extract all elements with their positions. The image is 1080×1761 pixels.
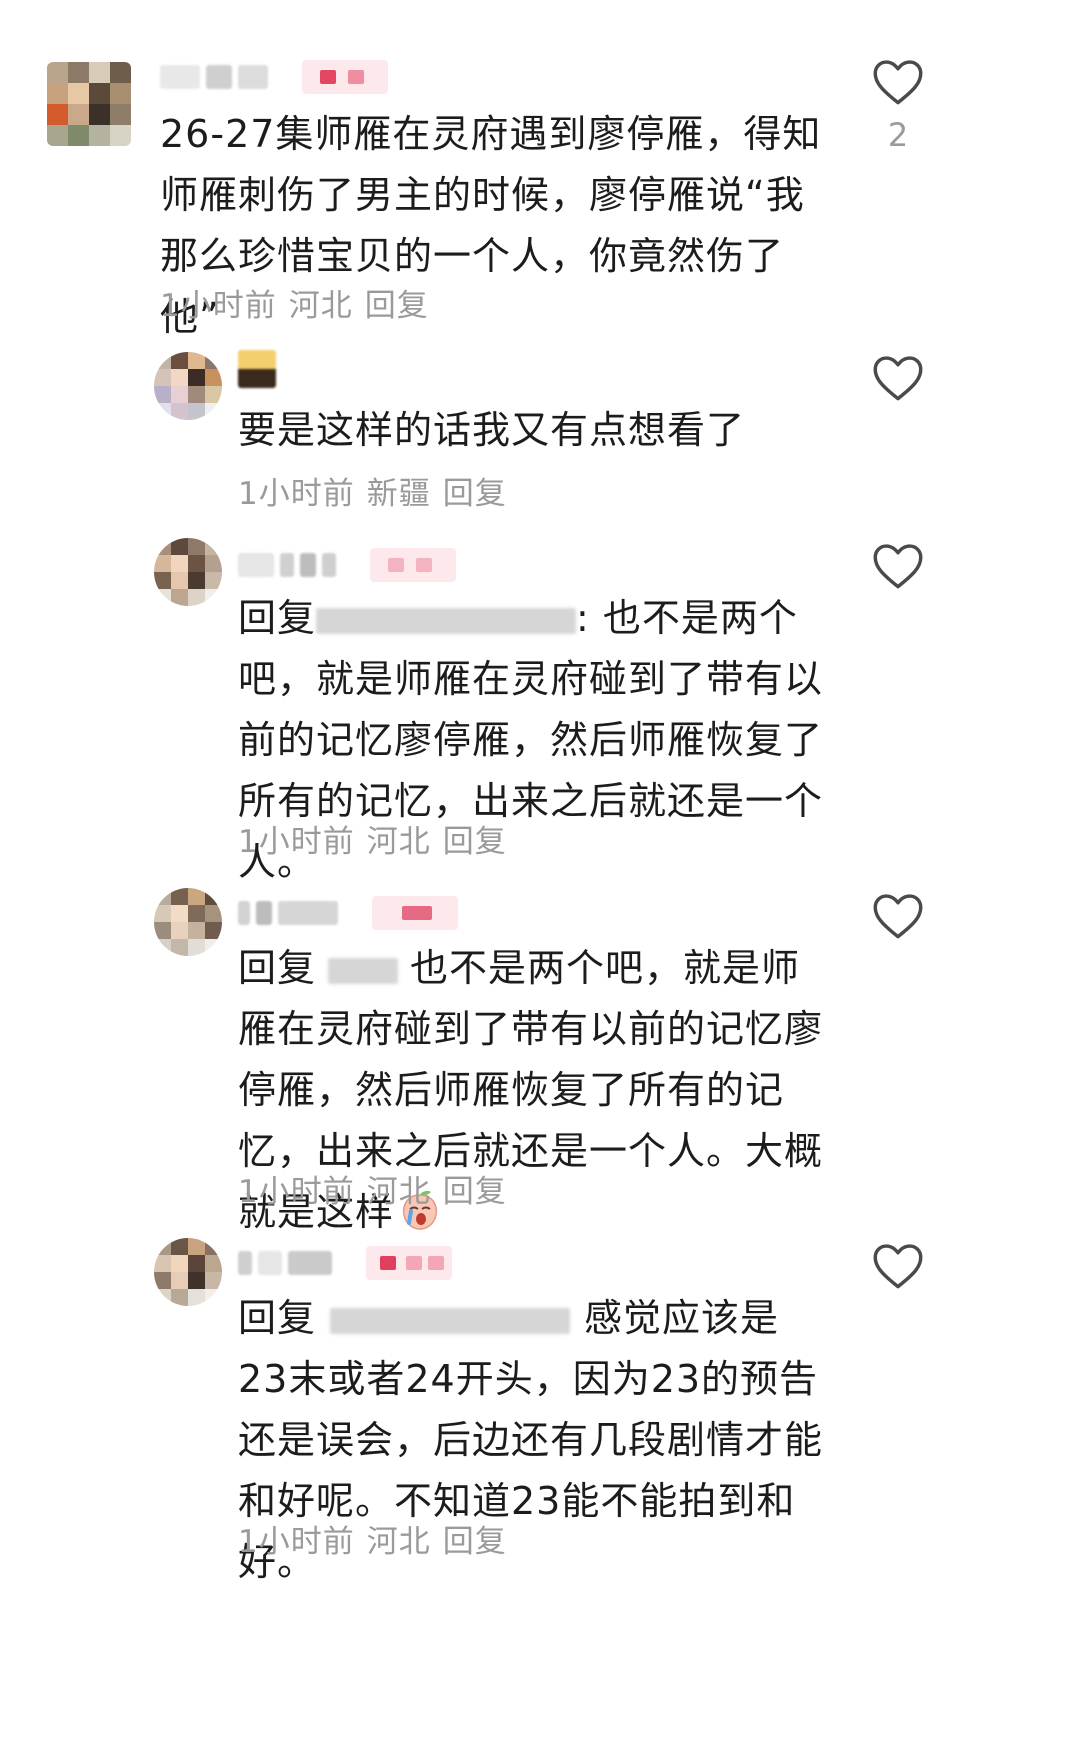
comment-text: 要是这样的话我又有点想看了 <box>238 408 746 452</box>
comment-meta: 1小时前 新疆 回复 <box>238 468 507 513</box>
comment-location: 河北 <box>366 824 431 860</box>
username-blurred[interactable] <box>238 548 456 582</box>
reply-button[interactable]: 回复 <box>443 1524 507 1560</box>
reply-button[interactable]: 回复 <box>443 1174 507 1210</box>
comment-time: 1小时前 <box>160 288 277 324</box>
comment-time: 1小时前 <box>238 824 355 860</box>
comment-meta: 1小时前 河北 回复 <box>238 816 507 861</box>
username-blurred[interactable] <box>238 350 276 388</box>
heart-outline-icon[interactable] <box>872 1242 924 1290</box>
comment-time: 1小时前 <box>238 1524 355 1560</box>
comment-time: 1小时前 <box>238 1174 355 1210</box>
reply-prefix: 回复 <box>238 946 317 990</box>
fan-badge <box>370 548 456 582</box>
reply-prefix: 回复 <box>238 1296 317 1340</box>
reply-button[interactable]: 回复 <box>443 476 507 512</box>
fan-badge <box>302 60 388 94</box>
username-blurred[interactable] <box>238 896 458 930</box>
like-count: 2 <box>887 116 909 154</box>
comment-location: 河北 <box>366 1524 431 1560</box>
heart-outline-icon[interactable] <box>872 542 924 590</box>
comment-location: 河北 <box>366 1174 431 1210</box>
comment-location: 新疆 <box>366 476 431 512</box>
comment-meta: 1小时前 河北 回复 <box>160 280 429 325</box>
fan-badge <box>372 896 458 930</box>
comment-location: 河北 <box>288 288 353 324</box>
fan-badge <box>366 1246 452 1280</box>
comment-meta: 1小时前 河北 回复 <box>238 1516 507 1561</box>
username-blurred[interactable] <box>160 60 388 94</box>
comment-meta: 1小时前 河北 回复 <box>238 1166 507 1211</box>
avatar[interactable] <box>154 352 222 420</box>
reply-button[interactable]: 回复 <box>365 288 429 324</box>
avatar[interactable] <box>47 62 131 146</box>
avatar[interactable] <box>154 1238 222 1306</box>
comment-time: 1小时前 <box>238 476 355 512</box>
heart-outline-icon[interactable] <box>872 354 924 402</box>
mentioned-user-masked[interactable] <box>330 1307 571 1334</box>
mentioned-user-masked[interactable] <box>316 607 577 634</box>
reply-prefix: 回复 <box>238 596 317 640</box>
username-blurred[interactable] <box>238 1246 452 1280</box>
avatar[interactable] <box>154 888 222 956</box>
heart-outline-icon[interactable] <box>872 892 924 940</box>
mentioned-user-masked[interactable] <box>328 957 399 984</box>
reply-button[interactable]: 回复 <box>443 824 507 860</box>
heart-outline-icon[interactable] <box>872 58 924 106</box>
avatar[interactable] <box>154 538 222 606</box>
